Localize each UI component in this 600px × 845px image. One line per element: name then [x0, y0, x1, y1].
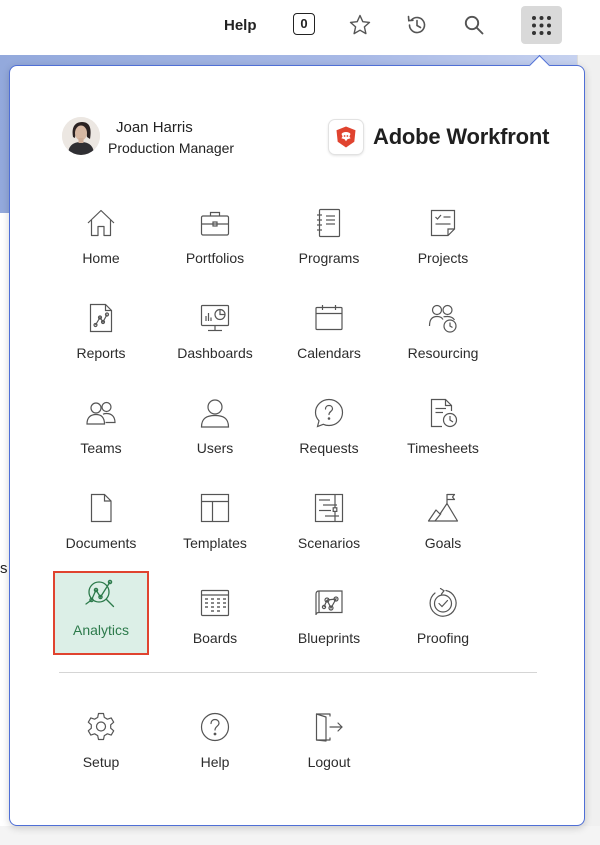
menu-item-label: Goals: [424, 535, 462, 551]
menu-item-label: Documents: [65, 535, 137, 551]
menu-item-label: Resourcing: [407, 345, 479, 361]
menu-item-templates[interactable]: Templates: [167, 484, 263, 568]
menu-item-label: Dashboards: [177, 345, 253, 361]
proofing-icon: [429, 587, 457, 617]
avatar[interactable]: [62, 117, 100, 155]
menu-item-blueprints[interactable]: Blueprints: [281, 579, 377, 663]
menu-item-label: Help: [200, 754, 230, 770]
analytics-icon: [85, 579, 115, 608]
menu-item-timesheets[interactable]: Timesheets: [395, 389, 491, 473]
timesheet-icon: [430, 398, 458, 428]
brand-name: Adobe Workfront: [373, 124, 550, 149]
main-menu-panel: Joan Harris Production Manager Adobe Wor…: [9, 65, 585, 826]
menu-item-boards[interactable]: Boards: [167, 579, 263, 663]
board-icon: [200, 589, 230, 617]
top-bar: Help 0: [0, 0, 600, 54]
request-icon: [314, 398, 344, 428]
goal-flag-icon: [427, 493, 459, 522]
user-name[interactable]: Joan Harris: [116, 119, 193, 136]
menu-item-scenarios[interactable]: Scenarios: [281, 484, 377, 568]
notification-count-badge[interactable]: 0: [293, 13, 315, 35]
menu-item-home[interactable]: Home: [53, 199, 149, 283]
menu-divider: [59, 672, 537, 673]
menu-item-label: Teams: [80, 440, 122, 456]
gear-icon: [87, 712, 115, 741]
background-partial-text: s: [0, 560, 8, 577]
menu-item-label: Setup: [82, 754, 120, 770]
background-footer: [0, 826, 600, 845]
logout-icon: [315, 713, 343, 742]
scenario-icon: [314, 493, 344, 523]
menu-item-label: Templates: [183, 535, 247, 551]
help-icon: [200, 712, 230, 742]
menu-item-portfolios[interactable]: Portfolios: [167, 199, 263, 283]
briefcase-icon: [200, 211, 230, 236]
template-icon: [200, 493, 230, 523]
menu-item-label: Requests: [299, 440, 359, 456]
apps-grid-icon: [532, 16, 551, 35]
blueprint-icon: [315, 590, 343, 616]
menu-item-label: Home: [82, 250, 120, 266]
team-icon: [86, 401, 116, 425]
menu-item-label: Analytics: [72, 622, 130, 638]
menu-item-analytics[interactable]: Analytics: [53, 571, 149, 655]
menu-item-label: Reports: [76, 345, 126, 361]
menu-item-label: Blueprints: [297, 630, 361, 646]
workfront-logo: [329, 120, 363, 154]
menu-item-label: Timesheets: [407, 440, 479, 456]
menu-item-users[interactable]: Users: [167, 389, 263, 473]
menu-item-calendars[interactable]: Calendars: [281, 294, 377, 378]
home-icon: [87, 209, 115, 237]
notebook-icon: [317, 208, 341, 238]
apps-grid-button[interactable]: [521, 6, 562, 44]
menu-item-programs[interactable]: Programs: [281, 199, 377, 283]
user-role: Production Manager: [108, 140, 235, 156]
workfront-logo-icon: [336, 126, 356, 148]
menu-item-setup[interactable]: Setup: [53, 703, 149, 787]
user-icon: [200, 399, 230, 428]
menu-item-label: Projects: [417, 250, 469, 266]
menu-item-requests[interactable]: Requests: [281, 389, 377, 473]
menu-item-label: Users: [196, 440, 234, 456]
document-icon: [90, 493, 112, 523]
dashboard-icon: [200, 304, 230, 332]
history-icon[interactable]: [405, 13, 429, 37]
menu-item-label: Proofing: [416, 630, 470, 646]
search-icon[interactable]: [462, 13, 486, 37]
menu-item-projects[interactable]: Projects: [395, 199, 491, 283]
menu-item-label: Portfolios: [185, 250, 245, 266]
report-icon: [89, 303, 113, 333]
menu-item-label: Programs: [298, 250, 360, 266]
menu-item-resourcing[interactable]: Resourcing: [395, 294, 491, 378]
checklist-icon: [430, 209, 456, 237]
help-link[interactable]: Help: [224, 17, 257, 34]
menu-item-label: Logout: [307, 754, 351, 770]
menu-item-help[interactable]: Help: [167, 703, 263, 787]
calendar-icon: [315, 305, 343, 331]
menu-item-proofing[interactable]: Proofing: [395, 579, 491, 663]
menu-item-dashboards[interactable]: Dashboards: [167, 294, 263, 378]
menu-item-goals[interactable]: Goals: [395, 484, 491, 568]
menu-item-teams[interactable]: Teams: [53, 389, 149, 473]
resourcing-icon: [428, 304, 457, 333]
menu-item-documents[interactable]: Documents: [53, 484, 149, 568]
menu-item-label: Calendars: [297, 345, 361, 361]
menu-item-label: Boards: [192, 630, 238, 646]
menu-item-label: Scenarios: [297, 535, 361, 551]
star-icon[interactable]: [348, 13, 372, 37]
menu-item-reports[interactable]: Reports: [53, 294, 149, 378]
menu-item-logout[interactable]: Logout: [281, 703, 377, 787]
